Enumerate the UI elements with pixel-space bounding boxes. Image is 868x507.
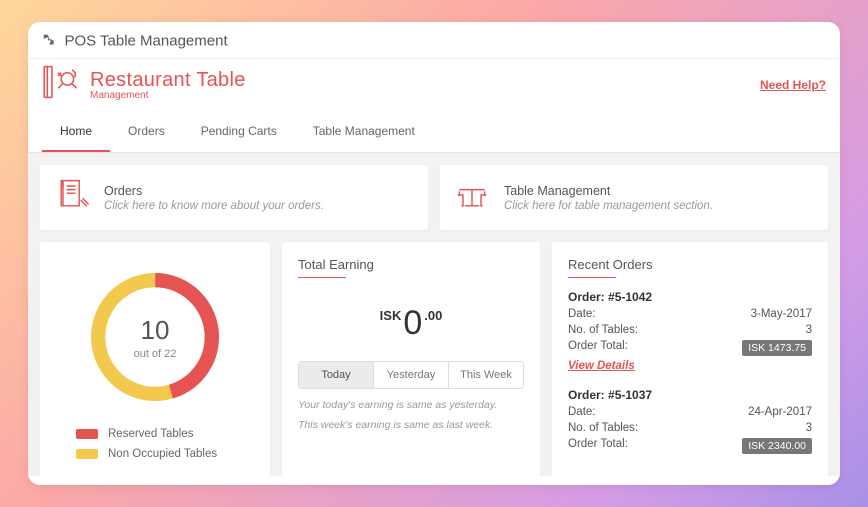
order-date: 3-May-2017 [751, 308, 812, 320]
earning-amount: ISK0.00 [298, 304, 524, 343]
window-title: POS Table Management [64, 32, 227, 49]
donut-value: 10 [141, 315, 170, 346]
table-card-title: Table Management [504, 184, 713, 198]
order-label: Order: [568, 388, 605, 402]
legend-label-nonoccupied: Non Occupied Tables [108, 448, 217, 460]
dashboard-row: 10 out of 22 Reserved Tables Non Occupie… [40, 242, 828, 476]
tab-table-management[interactable]: Table Management [295, 114, 433, 152]
order-total-label: Order Total: [568, 340, 628, 356]
period-today[interactable]: Today [299, 362, 373, 388]
table-card-desc: Click here for table management section. [504, 200, 713, 212]
tab-pending-carts[interactable]: Pending Carts [183, 114, 295, 152]
period-thisweek[interactable]: This Week [448, 362, 523, 388]
app-window: POS Table Management Restaurant Table Ma… [28, 22, 840, 485]
brand-title: Restaurant Table [90, 69, 246, 92]
order-id-line: Order: #5-1037 [568, 388, 812, 402]
recent-order-item: Order: #5-1042 Date: 3-May-2017 No. of T… [568, 290, 812, 374]
info-cards-row: Orders Click here to know more about you… [40, 165, 828, 230]
order-total-badge: ISK 2340.00 [742, 438, 812, 454]
order-id: #5-1037 [608, 388, 652, 402]
orders-card-desc: Click here to know more about your order… [104, 200, 324, 212]
donut-chart: 10 out of 22 [80, 262, 230, 412]
order-tables-label: No. of Tables: [568, 422, 638, 434]
legend-swatch-reserved [76, 429, 98, 439]
period-yesterday[interactable]: Yesterday [373, 362, 448, 388]
currency-label: ISK [380, 308, 402, 323]
order-tables: 3 [806, 422, 812, 434]
orders-card[interactable]: Orders Click here to know more about you… [40, 165, 428, 230]
nav-tabs: Home Orders Pending Carts Table Manageme… [28, 114, 840, 153]
window-title-bar: POS Table Management [28, 22, 840, 59]
table-icon [454, 177, 490, 218]
brand: Restaurant Table Management [42, 65, 246, 104]
earning-note-2: This week's earning is same as last week… [298, 419, 524, 431]
earning-whole: 0 [403, 304, 422, 342]
orders-icon [54, 177, 90, 218]
orders-card-title: Orders [104, 184, 324, 198]
recent-orders-panel: Recent Orders Order: #5-1042 Date: 3-May… [552, 242, 828, 476]
table-management-card[interactable]: Table Management Click here for table ma… [440, 165, 828, 230]
order-date-label: Date: [568, 308, 596, 320]
earning-decimal: .00 [424, 308, 442, 323]
order-total-label: Order Total: [568, 438, 628, 454]
legend-nonoccupied: Non Occupied Tables [76, 448, 254, 460]
need-help-link[interactable]: Need Help? [760, 78, 826, 92]
legend-swatch-nonoccupied [76, 449, 98, 459]
puzzle-icon [42, 34, 56, 48]
order-date: 24-Apr-2017 [748, 406, 812, 418]
donut-legend: Reserved Tables Non Occupied Tables [56, 428, 254, 460]
brand-text: Restaurant Table Management [90, 69, 246, 101]
brand-icon [42, 65, 82, 104]
order-id-line: Order: #5-1042 [568, 290, 812, 304]
tab-home[interactable]: Home [42, 114, 110, 152]
view-details-link[interactable]: View Details [568, 360, 635, 372]
earning-panel: Total Earning ISK0.00 Today Yesterday Th… [282, 242, 540, 476]
period-toggle: Today Yesterday This Week [298, 361, 524, 389]
occupancy-panel: 10 out of 22 Reserved Tables Non Occupie… [40, 242, 270, 476]
tab-orders[interactable]: Orders [110, 114, 183, 152]
donut-subtext: out of 22 [134, 348, 177, 360]
orders-card-text: Orders Click here to know more about you… [104, 184, 324, 212]
recent-order-item: Order: #5-1037 Date: 24-Apr-2017 No. of … [568, 388, 812, 454]
earning-note-1: Your today's earning is same as yesterda… [298, 399, 524, 411]
order-date-label: Date: [568, 406, 596, 418]
order-id: #5-1042 [608, 290, 652, 304]
header: Restaurant Table Management Need Help? [28, 59, 840, 108]
order-total-badge: ISK 1473.75 [742, 340, 812, 356]
donut-center: 10 out of 22 [80, 262, 230, 412]
legend-reserved: Reserved Tables [76, 428, 254, 440]
legend-label-reserved: Reserved Tables [108, 428, 193, 440]
order-label: Order: [568, 290, 605, 304]
content-area: Orders Click here to know more about you… [28, 153, 840, 476]
order-tables: 3 [806, 324, 812, 336]
recent-orders-title: Recent Orders [568, 257, 653, 278]
order-tables-label: No. of Tables: [568, 324, 638, 336]
table-card-text: Table Management Click here for table ma… [504, 184, 713, 212]
earning-title: Total Earning [298, 257, 374, 278]
